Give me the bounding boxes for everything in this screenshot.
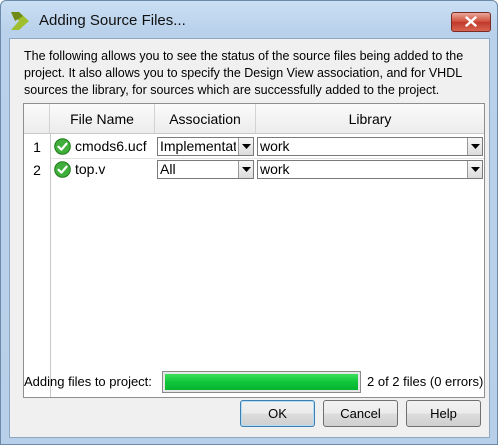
row-number: 2 <box>24 158 50 181</box>
window-title: Adding Source Files... <box>39 12 186 29</box>
dropdown-arrow-icon[interactable] <box>467 161 482 178</box>
association-select[interactable]: All <box>157 160 254 179</box>
association-value: All <box>160 161 176 177</box>
dropdown-arrow-icon[interactable] <box>238 161 253 178</box>
help-button[interactable]: Help <box>406 400 481 427</box>
progress-fill <box>165 374 358 390</box>
file-name: cmods6.ucf <box>75 138 147 154</box>
source-files-table: File Name Association Library 1 cmods6.u… <box>23 103 485 398</box>
library-value: work <box>260 138 290 154</box>
column-header-library[interactable]: Library <box>256 104 484 134</box>
row-number: 1 <box>24 135 50 158</box>
progress-bar <box>162 371 361 393</box>
table-row[interactable]: 2 top.v All work <box>24 158 484 181</box>
dialog-window: Adding Source Files... The following all… <box>0 0 498 445</box>
dropdown-arrow-icon[interactable] <box>467 138 482 155</box>
library-select[interactable]: work <box>257 137 483 156</box>
column-header-file-name[interactable]: File Name <box>50 104 155 134</box>
dialog-body: The following allows you to see the stat… <box>9 38 490 438</box>
dropdown-arrow-icon[interactable] <box>238 138 253 155</box>
file-name: top.v <box>75 161 106 177</box>
check-icon <box>54 161 71 178</box>
close-button[interactable] <box>451 12 491 32</box>
column-header-association[interactable]: Association <box>155 104 256 134</box>
association-value: Implementation <box>160 138 236 154</box>
description-text: The following allows you to see the stat… <box>24 49 464 97</box>
check-icon <box>54 138 71 155</box>
progress-label: Adding files to project: <box>24 374 152 389</box>
table-row[interactable]: 1 cmods6.ucf Implementation work <box>24 135 484 158</box>
library-value: work <box>260 161 290 177</box>
association-select[interactable]: Implementation <box>157 137 254 156</box>
close-icon <box>465 15 477 30</box>
ok-button[interactable]: OK <box>240 400 315 427</box>
library-select[interactable]: work <box>257 160 483 179</box>
progress-status: 2 of 2 files (0 errors) <box>367 374 484 389</box>
title-bar[interactable]: Adding Source Files... <box>1 1 497 37</box>
cancel-button[interactable]: Cancel <box>323 400 398 427</box>
app-logo-icon <box>11 12 31 30</box>
row-number-header <box>24 104 50 134</box>
